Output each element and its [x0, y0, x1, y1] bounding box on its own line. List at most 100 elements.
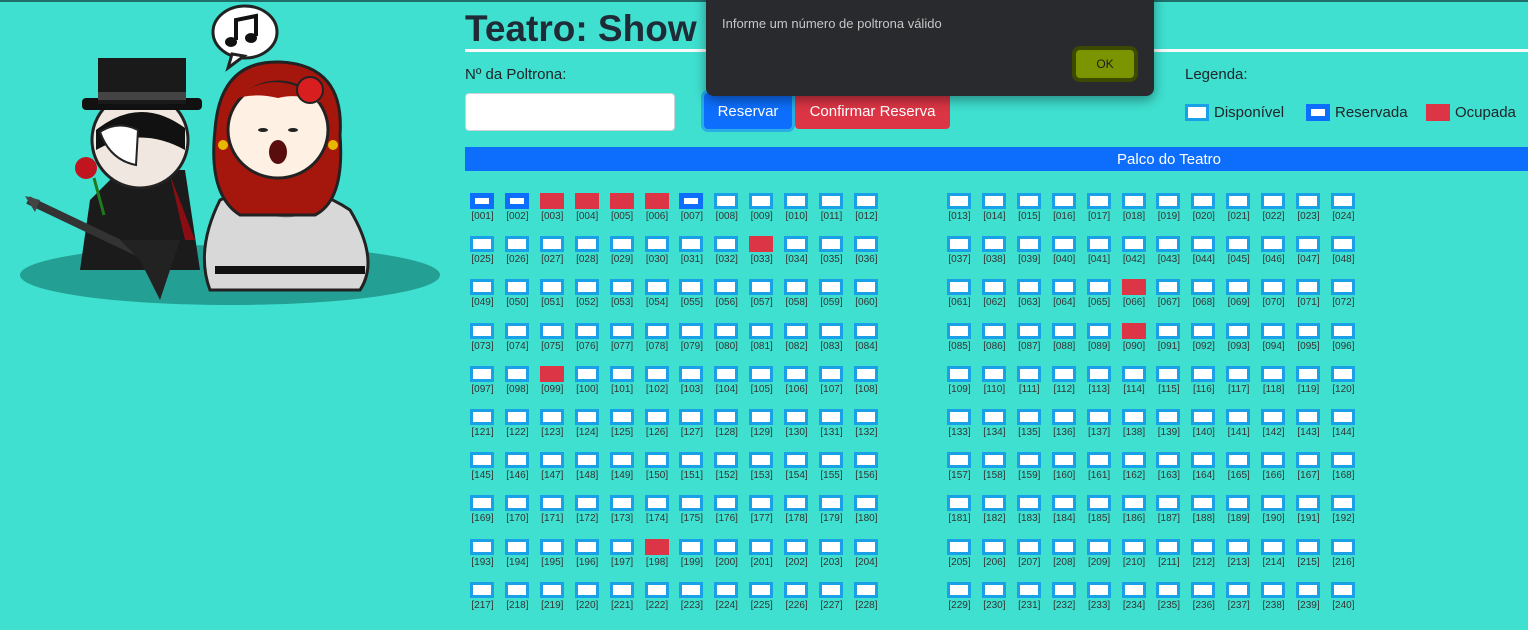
seat-107[interactable]: [107] — [814, 365, 849, 402]
seat-icon[interactable] — [1261, 495, 1286, 512]
seat-icon[interactable] — [981, 365, 1006, 382]
seat-icon[interactable] — [853, 409, 878, 425]
seat-icon[interactable] — [1121, 322, 1146, 339]
seat-icon[interactable] — [644, 495, 669, 512]
seat-icon[interactable] — [819, 581, 843, 598]
seat-icon[interactable] — [1156, 365, 1181, 382]
seat-icon[interactable] — [504, 365, 529, 382]
seat-icon[interactable] — [784, 193, 809, 209]
seat-131[interactable]: [131] — [814, 409, 849, 445]
seat-052[interactable]: [052] — [570, 279, 605, 315]
seat-icon[interactable] — [504, 495, 529, 512]
seat-icon[interactable] — [1191, 279, 1216, 296]
seat-235[interactable]: [235] — [1151, 581, 1186, 618]
seat-067[interactable]: [067] — [1151, 279, 1186, 315]
seat-icon[interactable] — [714, 581, 739, 598]
reserve-button[interactable]: Reservar — [704, 93, 792, 129]
seat-146[interactable]: [146] — [500, 452, 535, 488]
seat-icon[interactable] — [784, 452, 809, 469]
seat-013[interactable]: [013] — [942, 193, 977, 229]
seat-057[interactable]: [057] — [744, 279, 779, 315]
seat-148[interactable]: [148] — [570, 452, 605, 488]
seat-123[interactable]: [123] — [535, 409, 570, 445]
seat-174[interactable]: [174] — [640, 495, 675, 531]
seat-180[interactable]: [180] — [849, 495, 884, 531]
seat-012[interactable]: [012] — [849, 193, 884, 229]
seat-016[interactable]: [016] — [1047, 193, 1082, 229]
seat-icon[interactable] — [644, 452, 669, 469]
seat-icon[interactable] — [714, 409, 739, 425]
seat-icon[interactable] — [749, 279, 774, 296]
seat-icon[interactable] — [1086, 193, 1111, 209]
seat-116[interactable]: [116] — [1186, 365, 1221, 402]
seat-icon[interactable] — [981, 538, 1006, 555]
seat-icon[interactable] — [749, 409, 774, 425]
seat-004[interactable]: [004] — [570, 193, 605, 229]
seat-icon[interactable] — [1121, 409, 1146, 425]
seat-icon[interactable] — [714, 322, 739, 339]
seat-icon[interactable] — [981, 236, 1006, 253]
seat-199[interactable]: [199] — [674, 538, 709, 575]
seat-135[interactable]: [135] — [1012, 409, 1047, 445]
seat-205[interactable]: [205] — [942, 538, 977, 575]
seat-icon[interactable] — [1156, 538, 1181, 555]
seat-icon[interactable] — [1016, 322, 1041, 339]
seat-151[interactable]: [151] — [674, 452, 709, 488]
seat-icon[interactable] — [470, 452, 494, 469]
seat-icon[interactable] — [1086, 279, 1111, 296]
seat-140[interactable]: [140] — [1186, 409, 1221, 445]
seat-001[interactable]: [001] — [465, 193, 500, 229]
seat-032[interactable]: [032] — [709, 236, 744, 272]
seat-105[interactable]: [105] — [744, 365, 779, 402]
seat-icon[interactable] — [539, 581, 564, 598]
seat-036[interactable]: [036] — [849, 236, 884, 272]
seat-icon[interactable] — [539, 538, 564, 555]
seat-icon[interactable] — [1261, 322, 1286, 339]
seat-128[interactable]: [128] — [709, 409, 744, 445]
seat-icon[interactable] — [1051, 279, 1076, 296]
seat-icon[interactable] — [981, 495, 1006, 512]
seat-icon[interactable] — [539, 236, 564, 253]
seat-icon[interactable] — [981, 452, 1006, 469]
seat-icon[interactable] — [1016, 365, 1041, 382]
seat-232[interactable]: [232] — [1047, 581, 1082, 618]
seat-icon[interactable] — [981, 322, 1006, 339]
seat-icon[interactable] — [1261, 409, 1286, 425]
seat-icon[interactable] — [1121, 236, 1146, 253]
seat-072[interactable]: [072] — [1326, 279, 1361, 315]
seat-063[interactable]: [063] — [1012, 279, 1047, 315]
seat-025[interactable]: [025] — [465, 236, 500, 272]
seat-226[interactable]: [226] — [779, 581, 814, 618]
seat-089[interactable]: [089] — [1082, 322, 1117, 359]
seat-187[interactable]: [187] — [1151, 495, 1186, 531]
seat-177[interactable]: [177] — [744, 495, 779, 531]
seat-037[interactable]: [037] — [942, 236, 977, 272]
seat-183[interactable]: [183] — [1012, 495, 1047, 531]
seat-138[interactable]: [138] — [1117, 409, 1152, 445]
seat-214[interactable]: [214] — [1256, 538, 1291, 575]
seat-icon[interactable] — [644, 322, 669, 339]
seat-065[interactable]: [065] — [1082, 279, 1117, 315]
seat-090[interactable]: [090] — [1117, 322, 1152, 359]
seat-icon[interactable] — [1296, 581, 1320, 598]
seat-076[interactable]: [076] — [570, 322, 605, 359]
seat-icon[interactable] — [504, 236, 529, 253]
seat-127[interactable]: [127] — [674, 409, 709, 445]
seat-149[interactable]: [149] — [605, 452, 640, 488]
seat-184[interactable]: [184] — [1047, 495, 1082, 531]
seat-icon[interactable] — [644, 193, 669, 209]
seat-022[interactable]: [022] — [1256, 193, 1291, 229]
seat-icon[interactable] — [1121, 193, 1146, 209]
seat-icon[interactable] — [470, 322, 494, 339]
seat-031[interactable]: [031] — [674, 236, 709, 272]
seat-204[interactable]: [204] — [849, 538, 884, 575]
seat-icon[interactable] — [574, 365, 599, 382]
seat-icon[interactable] — [679, 365, 704, 382]
seat-icon[interactable] — [1330, 236, 1355, 253]
seat-139[interactable]: [139] — [1151, 409, 1186, 445]
seat-162[interactable]: [162] — [1117, 452, 1152, 488]
seat-icon[interactable] — [539, 279, 564, 296]
seat-icon[interactable] — [1330, 538, 1355, 555]
seat-045[interactable]: [045] — [1221, 236, 1256, 272]
seat-icon[interactable] — [1191, 236, 1216, 253]
